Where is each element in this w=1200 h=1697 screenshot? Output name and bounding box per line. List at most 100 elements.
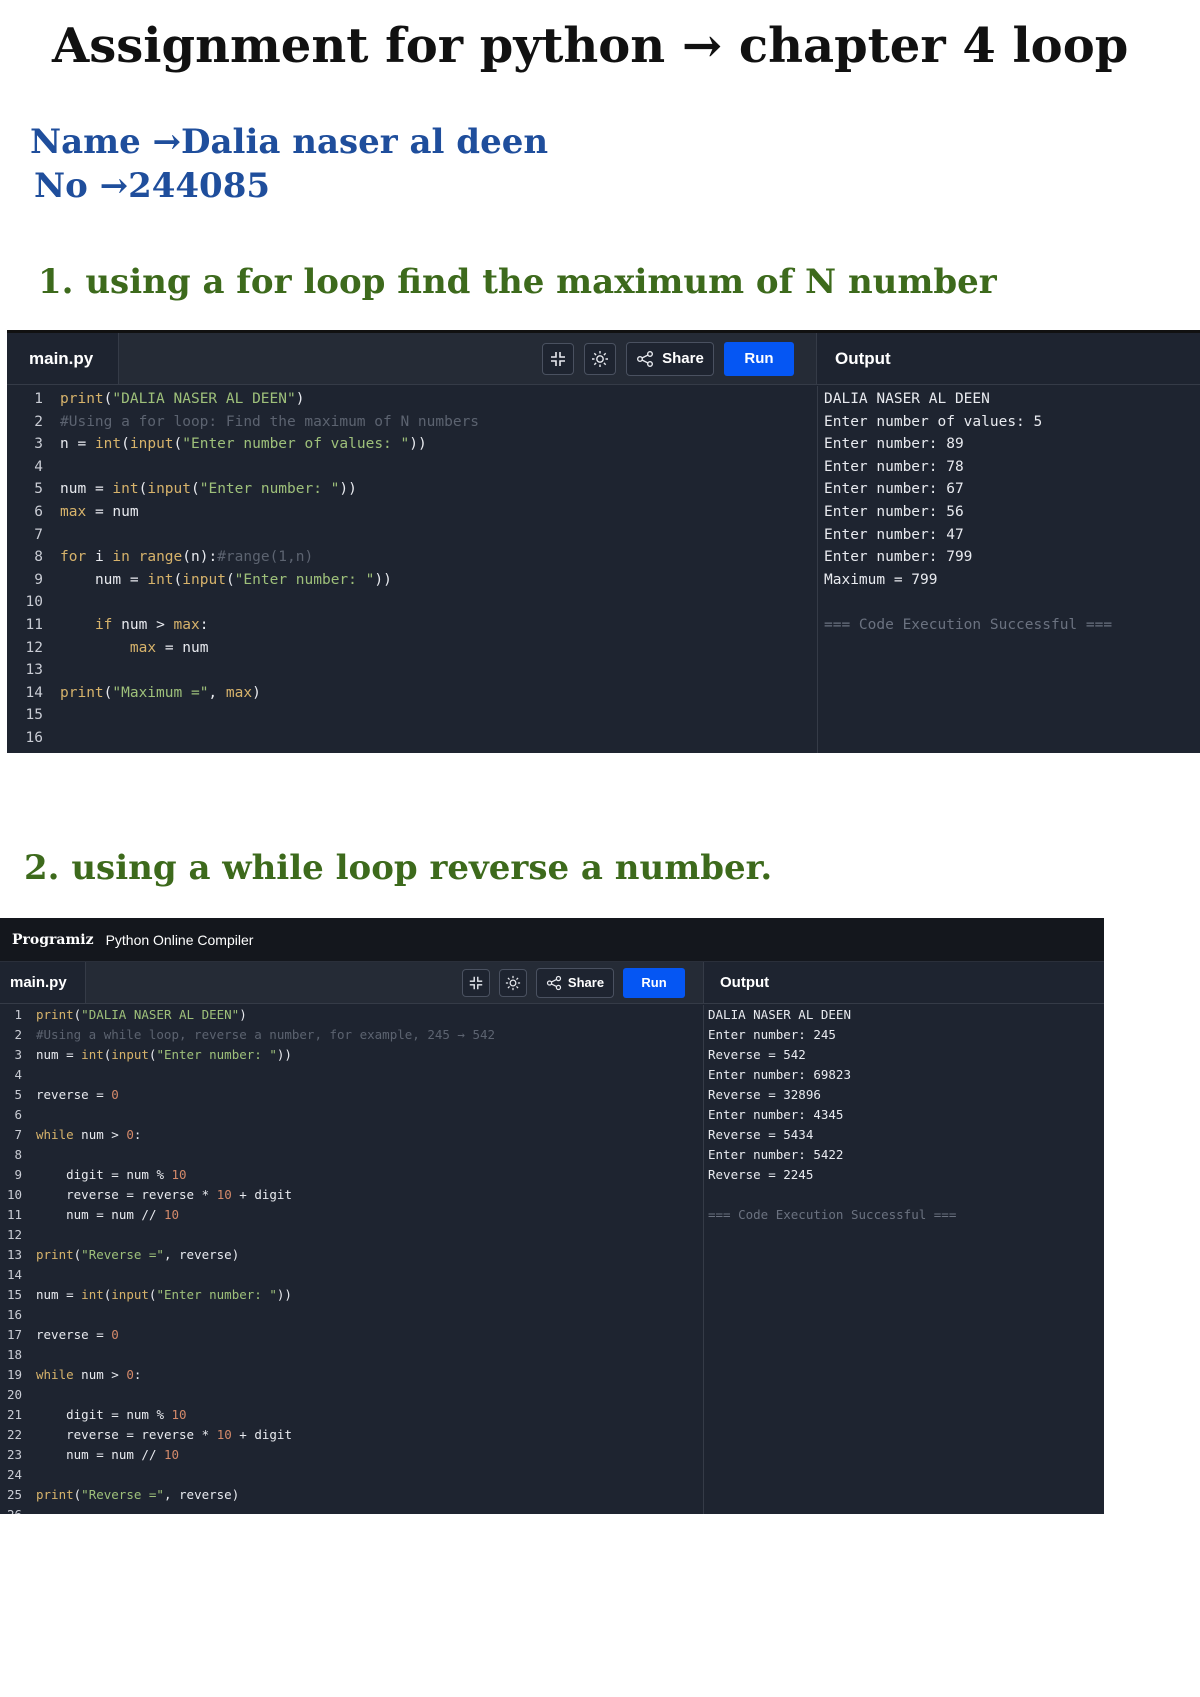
share-button[interactable]: Share (536, 967, 614, 998)
line-number: 4 (14, 1067, 22, 1082)
line-number: 1 (34, 391, 43, 407)
code-line: 13 (7, 659, 817, 682)
section-2-heading: 2. using a while loop reverse a number. (24, 848, 773, 888)
output-line: === Code Execution Successful === (824, 616, 1113, 633)
section-1-heading: 1. using a for loop find the maximum of … (38, 262, 997, 302)
code-line: 23 num = num // 10 (0, 1445, 703, 1465)
brand-name: Python Online Compiler (105, 931, 254, 948)
line-number: 24 (6, 1467, 22, 1482)
line-number: 4 (34, 458, 43, 475)
code-text: if num > max: (94, 616, 209, 633)
output-line: Enter number: 5422 (708, 1147, 844, 1162)
output-line: Enter number of values: 5 (824, 413, 1043, 430)
line-number: 8 (34, 549, 43, 566)
programiz-logo[interactable]: Programiz (12, 932, 94, 948)
code-line: 6 max = num (7, 501, 817, 524)
line-number: 7 (14, 1127, 22, 1142)
code-line: 10 (7, 591, 817, 614)
output-tab: Output (703, 962, 1104, 1003)
line-number: 3 (34, 436, 43, 453)
code-line: 16 (0, 1305, 703, 1325)
code-line: 15 (7, 704, 817, 727)
line-number: 17 (6, 1327, 22, 1342)
output-line: Enter number: 4345 (708, 1107, 844, 1122)
line-number: 6 (34, 503, 43, 520)
code-line: 8 (0, 1145, 703, 1165)
compiler-toolbar: main.py Share Run Output (7, 333, 1200, 385)
code-line: 3 n = int(input("Enter number of values: … (7, 433, 817, 456)
line-number: 22 (6, 1427, 22, 1442)
line-number: 16 (6, 1307, 22, 1322)
code-line: 10 reverse = reverse * 10 + digit (0, 1185, 703, 1205)
share-button[interactable]: Share (626, 341, 714, 376)
line-number: 19 (6, 1367, 22, 1382)
run-button[interactable]: Run (724, 341, 794, 376)
toolbar-actions: Share Run (86, 962, 703, 1003)
code-text: #Using a for loop: Find the maximum of N… (60, 413, 480, 430)
line-number: 12 (25, 639, 43, 656)
code-line: 5 reverse = 0 (0, 1085, 703, 1105)
line-number: 11 (6, 1207, 22, 1222)
line-number: 12 (6, 1227, 22, 1242)
code-text: num = num // 10 (66, 1447, 180, 1462)
output-line: Reverse = 2245 (708, 1167, 814, 1182)
code-text: num = int(input("Enter number: ")) (36, 1287, 292, 1302)
output-line: Enter number: 78 (824, 458, 964, 475)
code-text: print("DALIA NASER AL DEEN") (36, 1007, 247, 1022)
output-line: DALIA NASER AL DEEN (824, 391, 990, 407)
code-line: 11 num = num // 10 (0, 1205, 703, 1225)
code-text: num = int(input("Enter number: ")) (94, 571, 392, 588)
code-text: num = int(input("Enter number: ")) (60, 481, 357, 498)
line-number: 21 (6, 1407, 22, 1422)
share-label: Share (567, 975, 605, 990)
code-line: 5 num = int(input("Enter number: ")) (7, 478, 817, 501)
line-number: 13 (6, 1247, 22, 1262)
line-number: 5 (34, 481, 43, 498)
code-line: 4 (7, 456, 817, 479)
output-line: Enter number: 47 (824, 526, 964, 543)
code-line: 9 digit = num % 10 (0, 1165, 703, 1185)
file-tab-main-py[interactable]: main.py (0, 962, 86, 1003)
minimize-icon[interactable] (542, 342, 574, 375)
line-number: 23 (6, 1447, 22, 1462)
code-text: print("DALIA NASER AL DEEN") (60, 391, 305, 407)
output-line: === Code Execution Successful === (708, 1207, 957, 1222)
output-tab: Output (816, 333, 1200, 384)
line-number: 25 (6, 1487, 22, 1502)
share-label: Share (662, 350, 704, 367)
output-line: Enter number: 245 (708, 1027, 836, 1042)
line-number: 18 (6, 1347, 22, 1362)
file-tab-main-py[interactable]: main.py (7, 333, 119, 384)
line-number: 11 (25, 616, 43, 633)
output-line: Enter number: 56 (824, 503, 964, 520)
code-text: reverse = reverse * 10 + digit (66, 1427, 292, 1442)
code-line: 2 #Using a while loop, reverse a number, … (0, 1025, 703, 1045)
line-number: 10 (6, 1187, 22, 1202)
compiler-toolbar: main.py Share Run Output (0, 962, 1104, 1004)
line-number: 10 (25, 594, 43, 611)
code-editor[interactable]: 1 print("DALIA NASER AL DEEN") 2 #Using a w… (0, 1005, 703, 1514)
code-line: 8 for i in range(n):#range(1,n) (7, 546, 817, 569)
theme-sun-icon[interactable] (499, 968, 527, 997)
theme-sun-icon[interactable] (584, 342, 616, 375)
share-icon (637, 350, 654, 367)
code-line: 4 (0, 1065, 703, 1085)
code-editor[interactable]: 1 print("DALIA NASER AL DEEN") 2 #Using a f… (7, 386, 817, 753)
run-button[interactable]: Run (623, 967, 685, 998)
output-console: DALIA NASER AL DEEN Enter number of value… (817, 386, 1200, 753)
code-line: 9 num = int(input("Enter number: ")) (7, 569, 817, 592)
code-line: 15 num = int(input("Enter number: ")) (0, 1285, 703, 1305)
code-line: 11 if num > max: (7, 614, 817, 637)
line-number: 16 (25, 729, 43, 746)
code-text: n = int(input("Enter number of values: "… (60, 436, 427, 453)
code-text: num = num // 10 (66, 1207, 180, 1222)
minimize-icon[interactable] (462, 968, 490, 997)
compiler-panel-2: Programiz Python Online Compiler main.py… (0, 918, 1104, 1514)
output-console: DALIA NASER AL DEEN Enter number: 245 Reve… (703, 1005, 1104, 1514)
student-number: No →244085 (34, 166, 271, 206)
code-line: 2 #Using a for loop: Find the maximum of … (7, 411, 817, 434)
code-line: 13 print("Reverse =", reverse) (0, 1245, 703, 1265)
code-text: print("Maximum =", max) (60, 684, 261, 701)
